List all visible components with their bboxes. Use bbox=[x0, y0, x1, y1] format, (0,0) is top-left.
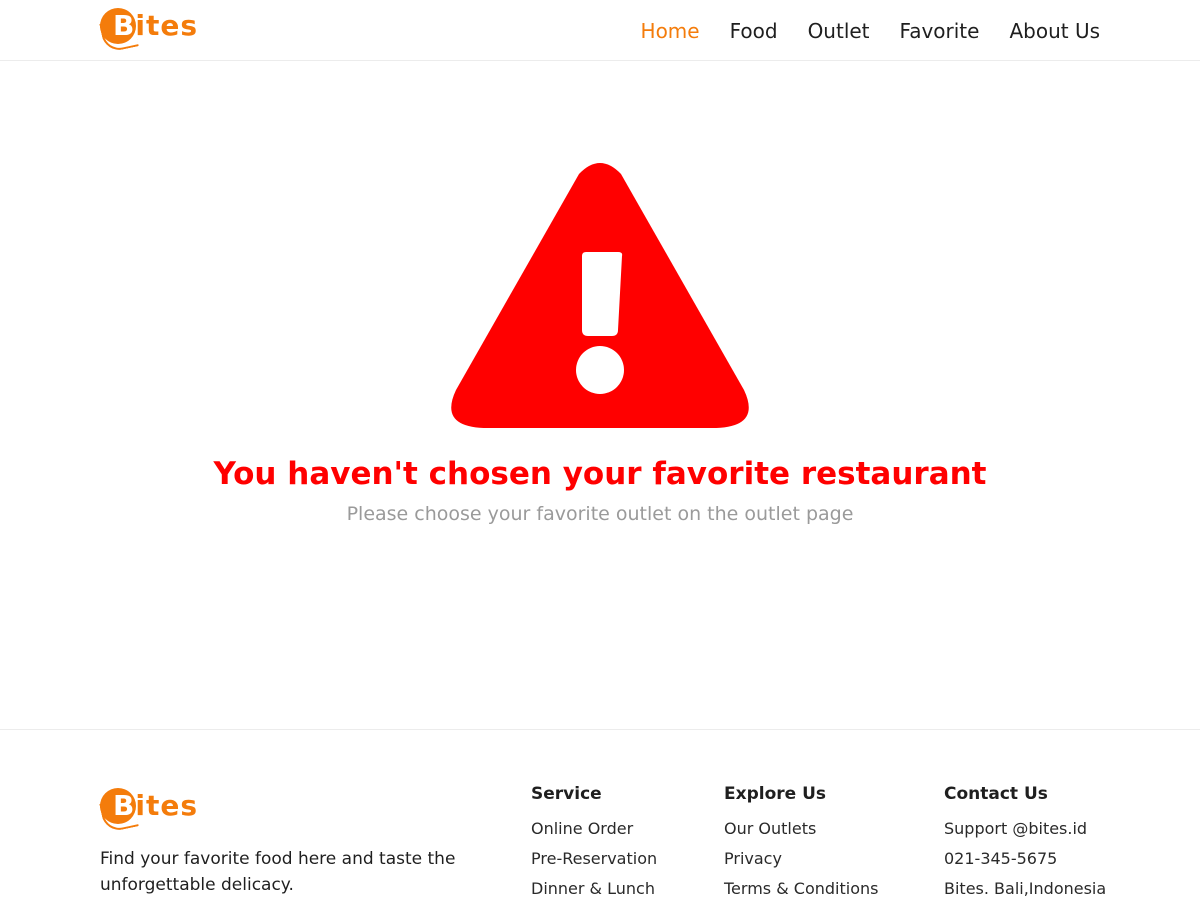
service-title: Service bbox=[531, 784, 602, 804]
nav-food[interactable]: Food bbox=[730, 18, 778, 44]
nav-about-us[interactable]: About Us bbox=[1009, 18, 1100, 44]
site-footer: Bites Find your favorite food here and t… bbox=[0, 729, 1200, 900]
contact-phone[interactable]: 021-345-5675 bbox=[944, 844, 1106, 874]
nav-outlet[interactable]: Outlet bbox=[808, 18, 870, 44]
logo-initial: B bbox=[113, 9, 136, 42]
warning-triangle-icon bbox=[451, 163, 749, 428]
contact-address[interactable]: Bites. Bali,Indonesia bbox=[944, 874, 1106, 900]
link-dinner-lunch[interactable]: Dinner & Lunch bbox=[531, 874, 657, 900]
contact-title: Contact Us bbox=[944, 784, 1048, 804]
footer-tagline: Find your favorite food here and taste t… bbox=[100, 846, 500, 898]
footer-service-column: Service Online Order Pre-Reservation Din… bbox=[531, 782, 657, 900]
link-terms-conditions[interactable]: Terms & Conditions bbox=[724, 874, 878, 900]
logo-rest: ites bbox=[135, 789, 198, 822]
empty-state-title: You haven't chosen your favorite restaur… bbox=[213, 456, 987, 492]
main-nav: Home Food Outlet Favorite About Us bbox=[641, 18, 1100, 44]
logo-initial: B bbox=[113, 789, 136, 822]
footer-bites-logo[interactable]: Bites bbox=[99, 786, 198, 834]
empty-favorite-section: You haven't chosen your favorite restaur… bbox=[0, 61, 1200, 729]
bites-logo[interactable]: Bites bbox=[99, 6, 198, 54]
link-privacy[interactable]: Privacy bbox=[724, 844, 878, 874]
explore-title: Explore Us bbox=[724, 784, 827, 804]
logo-text: Bites bbox=[113, 788, 198, 824]
logo-text: Bites bbox=[113, 8, 198, 44]
site-header: Bites Home Food Outlet Favorite About Us bbox=[0, 0, 1200, 61]
nav-home[interactable]: Home bbox=[641, 18, 700, 44]
footer-explore-column: Explore Us Our Outlets Privacy Terms & C… bbox=[724, 782, 878, 900]
footer-contact-column: Contact Us Support @bites.id 021-345-567… bbox=[944, 782, 1106, 900]
logo-rest: ites bbox=[135, 9, 198, 42]
link-online-order[interactable]: Online Order bbox=[531, 814, 657, 844]
nav-favorite[interactable]: Favorite bbox=[900, 18, 980, 44]
contact-support-email[interactable]: Support @bites.id bbox=[944, 814, 1106, 844]
link-pre-reservation[interactable]: Pre-Reservation bbox=[531, 844, 657, 874]
empty-state-subtitle: Please choose your favorite outlet on th… bbox=[346, 503, 854, 525]
link-our-outlets[interactable]: Our Outlets bbox=[724, 814, 878, 844]
tagline-line-2: unforgettable delicacy. bbox=[100, 875, 294, 895]
tagline-line-1: Find your favorite food here and taste t… bbox=[100, 849, 456, 869]
